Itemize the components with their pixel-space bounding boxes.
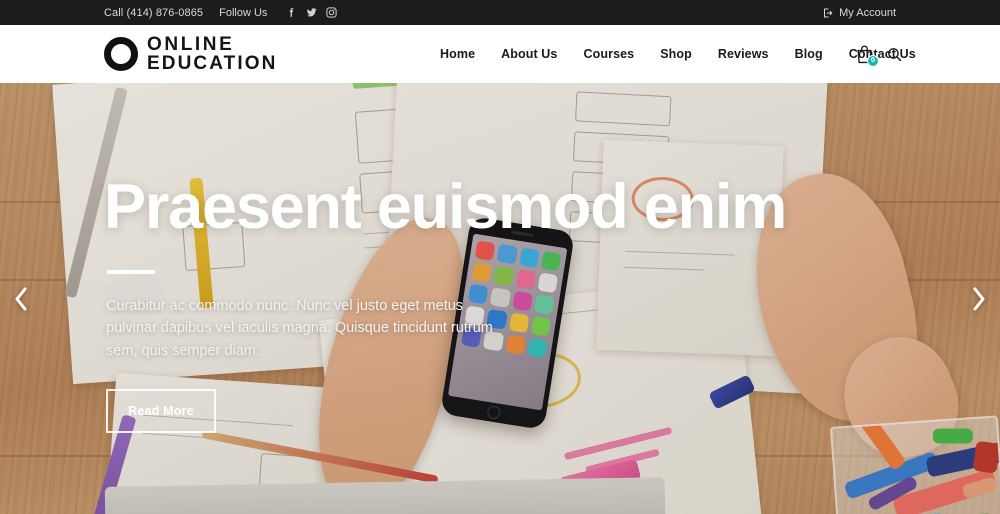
my-account-label: My Account [839, 6, 896, 19]
chevron-right-icon [973, 287, 985, 310]
chevron-left-icon [15, 287, 27, 310]
top-bar: Call (414) 876-0865 Follow Us My Account [0, 0, 1000, 25]
logo[interactable]: ONLINE EDUCATION [104, 33, 278, 74]
my-account-link[interactable]: My Account [822, 0, 896, 25]
search-icon[interactable] [886, 46, 903, 63]
hero-description: Curabitur ac commodo nunc. Nunc vel just… [106, 297, 493, 359]
social-links [285, 6, 338, 19]
cart-count-badge: 0 [867, 54, 879, 67]
logo-line-2: EDUCATION [147, 53, 278, 74]
header-actions: 0 [855, 25, 903, 83]
nav-item-courses[interactable]: Courses [584, 47, 635, 61]
slider-prev-button[interactable] [4, 282, 38, 316]
login-icon [822, 7, 834, 19]
nav-item-reviews[interactable]: Reviews [718, 47, 769, 61]
facebook-icon[interactable] [285, 6, 298, 19]
instagram-icon[interactable] [325, 6, 338, 19]
logo-line-1: ONLINE [147, 33, 235, 55]
hero-content: Praesent euismod enim Curabitur ac commo… [104, 83, 804, 514]
site-header: ONLINE EDUCATION Home About Us Courses S… [0, 25, 1000, 83]
nav-item-home[interactable]: Home [440, 47, 475, 61]
nav-item-shop[interactable]: Shop [660, 47, 692, 61]
hero-divider [107, 269, 155, 274]
read-more-button[interactable]: Read More [106, 389, 216, 434]
nav-item-blog[interactable]: Blog [795, 47, 823, 61]
slider-next-button[interactable] [962, 282, 996, 316]
nav-item-about-us[interactable]: About Us [501, 47, 557, 61]
hero-slider: Praesent euismod enim Curabitur ac commo… [0, 83, 1000, 514]
twitter-icon[interactable] [305, 6, 318, 19]
phone-number[interactable]: Call (414) 876-0865 [104, 7, 203, 19]
cart-button[interactable]: 0 [855, 44, 879, 67]
follow-us-label: Follow Us [219, 6, 268, 19]
logo-text: ONLINE EDUCATION [147, 33, 278, 74]
top-bar-left: Call (414) 876-0865 Follow Us [104, 6, 338, 19]
main-navigation: Home About Us Courses Shop Reviews Blog … [440, 25, 916, 83]
hero-title: Praesent euismod enim [104, 171, 787, 242]
logo-ring-icon [104, 37, 138, 71]
